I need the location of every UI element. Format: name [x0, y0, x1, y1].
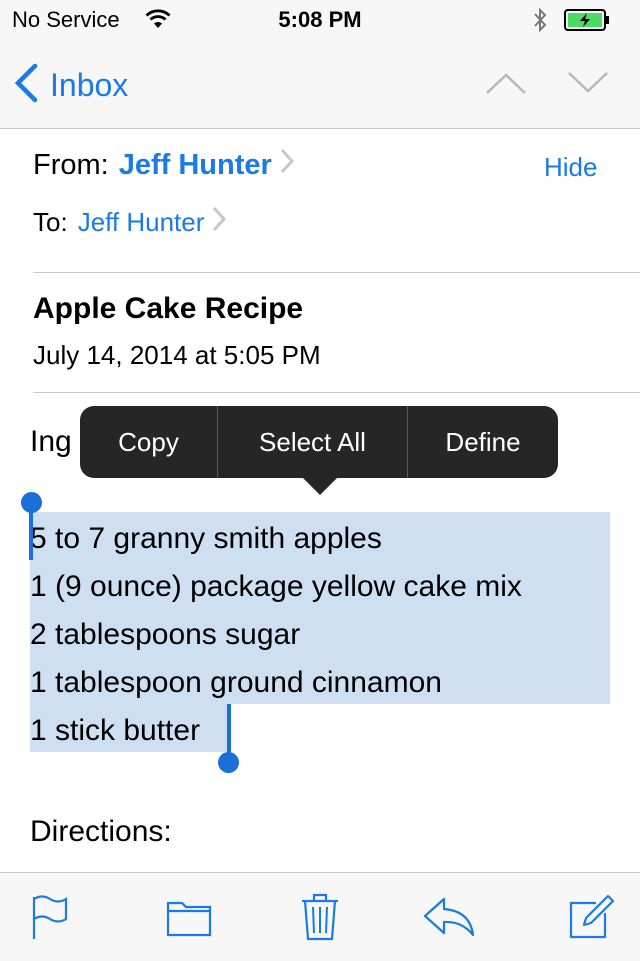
ingredient-line: 2 tablespoons sugar: [30, 618, 301, 651]
menu-pointer-arrow: [303, 478, 337, 495]
selection-start-cursor: [29, 510, 33, 560]
back-to-inbox-button[interactable]: Inbox: [14, 63, 129, 108]
chevron-right-icon[interactable]: [280, 148, 294, 182]
previous-message-chevron-up-icon[interactable]: [484, 66, 528, 107]
ingredients-heading: Ing: [30, 425, 72, 458]
trash-icon[interactable]: [300, 891, 340, 948]
folder-icon[interactable]: [166, 891, 212, 946]
message-date: July 14, 2014 at 5:05 PM: [33, 340, 321, 370]
flag-icon[interactable]: [30, 891, 70, 946]
to-label: To:: [33, 207, 68, 237]
ingredient-line: 5 to 7 granny smith apples: [30, 522, 382, 555]
header-divider: [33, 272, 640, 273]
chevron-right-icon[interactable]: [212, 206, 227, 239]
selected-ingredient-lines[interactable]: 5 to 7 granny smith apples 1 (9 ounce) p…: [30, 515, 522, 755]
from-row: From: Jeff Hunter: [33, 148, 294, 182]
compose-icon[interactable]: [568, 891, 616, 946]
selection-end-handle[interactable]: [218, 752, 239, 773]
hide-details-button[interactable]: Hide: [544, 152, 597, 183]
from-label: From:: [33, 148, 109, 181]
chevron-left-icon: [14, 63, 38, 108]
define-button[interactable]: Define: [408, 406, 558, 478]
to-recipient-name[interactable]: Jeff Hunter: [78, 207, 205, 238]
directions-heading: Directions:: [30, 815, 172, 848]
subject-divider: [33, 392, 640, 393]
to-row: To: Jeff Hunter: [33, 206, 227, 239]
select-all-button[interactable]: Select All: [218, 406, 407, 478]
bottom-toolbar: [0, 872, 640, 961]
status-bar: No Service 5:08 PM: [0, 0, 640, 40]
ingredient-line: 1 (9 ounce) package yellow cake mix: [30, 570, 522, 603]
message-subject: Apple Cake Recipe: [33, 292, 304, 325]
from-sender-name[interactable]: Jeff Hunter: [119, 149, 272, 182]
next-message-chevron-down-icon[interactable]: [566, 66, 610, 107]
navigation-bar: Inbox: [0, 40, 640, 129]
edit-context-menu: Copy Select All Define: [80, 406, 558, 478]
ingredient-line: 1 tablespoon ground cinnamon: [30, 666, 442, 699]
battery-icon: [564, 9, 612, 36]
selection-end-cursor: [227, 704, 231, 754]
bluetooth-icon: [532, 6, 548, 39]
copy-button[interactable]: Copy: [80, 406, 217, 478]
back-label: Inbox: [50, 66, 129, 103]
reply-icon[interactable]: [422, 891, 476, 946]
selection-start-handle[interactable]: [21, 492, 42, 513]
ingredient-line: 1 stick butter: [30, 714, 201, 747]
